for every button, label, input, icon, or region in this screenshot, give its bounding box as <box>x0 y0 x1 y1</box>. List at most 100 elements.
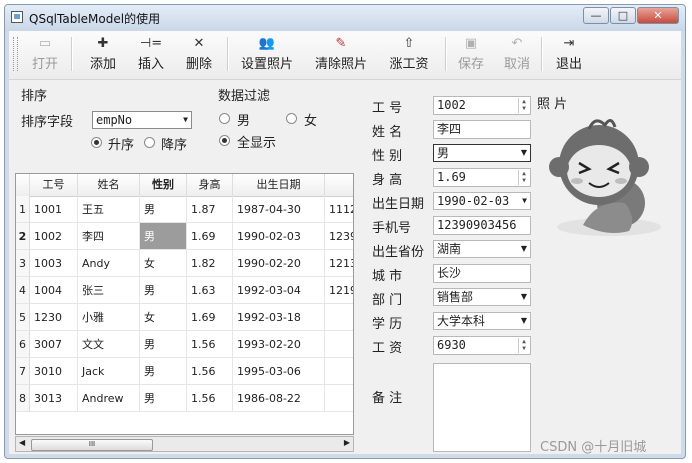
cell-name[interactable]: Andrew <box>78 385 140 412</box>
cell-height[interactable]: 1.56 <box>187 385 233 412</box>
corner-header[interactable] <box>16 174 30 196</box>
filter-all-radio[interactable] <box>219 135 230 146</box>
mobile-field[interactable]: 12390903456 <box>433 216 531 235</box>
table-row[interactable]: 4 1004 张三 男 1.63 1992-03-04 1219 <box>16 277 353 304</box>
cell-gender[interactable]: 男 <box>140 331 187 358</box>
cell-gender[interactable]: 女 <box>140 250 187 277</box>
raise-salary-button[interactable]: ⇧ 涨工资 <box>385 35 433 75</box>
row-header[interactable]: 8 <box>16 385 30 412</box>
name-field[interactable]: 李四 <box>433 120 531 139</box>
scroll-right-icon[interactable]: ▶ <box>344 438 350 447</box>
cell-mobile[interactable] <box>325 358 353 385</box>
delete-button[interactable]: ✕ 删除 <box>181 35 217 75</box>
row-header[interactable]: 4 <box>16 277 30 304</box>
table-row[interactable]: 8 3013 Andrew 男 1.56 1986-08-22 <box>16 385 353 412</box>
cell-name[interactable]: 小雅 <box>78 304 140 331</box>
cell-name[interactable]: Jack <box>78 358 140 385</box>
cell-mobile[interactable] <box>325 385 353 412</box>
cell-empno[interactable]: 1003 <box>30 250 78 277</box>
city-field[interactable]: 长沙 <box>433 264 531 283</box>
column-header-gender[interactable]: 性别 <box>140 174 187 196</box>
cell-birthday[interactable]: 1992-03-04 <box>233 277 325 304</box>
table-horizontal-scrollbar[interactable]: ◀ III ▶ <box>15 436 354 452</box>
cell-empno[interactable]: 1002 <box>30 223 78 250</box>
column-header-mobile[interactable] <box>325 174 353 196</box>
cell-height[interactable]: 1.82 <box>187 250 233 277</box>
cell-birthday[interactable]: 1990-02-20 <box>233 250 325 277</box>
row-header[interactable]: 1 <box>16 196 30 223</box>
memo-textarea[interactable] <box>433 363 531 452</box>
cell-birthday[interactable]: 1992-03-18 <box>233 304 325 331</box>
column-header-height[interactable]: 身高 <box>187 174 233 196</box>
cell-empno[interactable]: 3007 <box>30 331 78 358</box>
cell-birthday[interactable]: 1995-03-06 <box>233 358 325 385</box>
cell-empno[interactable]: 3013 <box>30 385 78 412</box>
row-header[interactable]: 7 <box>16 358 30 385</box>
cell-gender[interactable]: 男 <box>140 385 187 412</box>
minimize-button[interactable]: — <box>583 7 609 24</box>
cell-mobile[interactable]: 1112 <box>325 196 353 223</box>
cell-empno[interactable]: 1001 <box>30 196 78 223</box>
cell-height[interactable]: 1.69 <box>187 223 233 250</box>
spin-updown-icon[interactable]: ▲ ▼ <box>518 170 529 185</box>
table-row[interactable]: 6 3007 文文 男 1.56 1993-02-20 <box>16 331 353 358</box>
close-button[interactable]: ✕ <box>637 7 679 24</box>
cell-gender-selected[interactable]: 男 <box>140 223 187 250</box>
scrollbar-thumb[interactable]: III <box>31 439 153 451</box>
cell-height[interactable]: 1.56 <box>187 358 233 385</box>
table-row[interactable]: 1 1001 王五 男 1.87 1987-04-30 1112 <box>16 196 353 223</box>
cell-name[interactable]: 王五 <box>78 196 140 223</box>
table-row[interactable]: 3 1003 Andy 女 1.82 1990-02-20 1213 <box>16 250 353 277</box>
cell-gender[interactable]: 男 <box>140 196 187 223</box>
scroll-left-icon[interactable]: ◀ <box>19 438 25 447</box>
cell-mobile[interactable] <box>325 331 353 358</box>
cell-height[interactable]: 1.69 <box>187 304 233 331</box>
cell-name[interactable]: 李四 <box>78 223 140 250</box>
table-row[interactable]: 7 3010 Jack 男 1.56 1995-03-06 <box>16 358 353 385</box>
province-select[interactable]: 湖南 ▼ <box>433 240 531 258</box>
cell-height[interactable]: 1.63 <box>187 277 233 304</box>
cell-name[interactable]: Andy <box>78 250 140 277</box>
insert-button[interactable]: ⊣= 插入 <box>133 35 169 75</box>
maximize-button[interactable]: □ <box>610 7 636 24</box>
column-header-name[interactable]: 姓名 <box>78 174 140 196</box>
filter-male-radio[interactable] <box>219 113 230 124</box>
cell-birthday[interactable]: 1986-08-22 <box>233 385 325 412</box>
spin-updown-icon[interactable]: ▲ ▼ <box>518 98 529 113</box>
table-row[interactable]: 2 1002 李四 男 1.69 1990-02-03 1239 <box>16 223 353 250</box>
employee-table[interactable]: 工号 姓名 性别 身高 出生日期 1 1001 王五 男 1.87 1987-0… <box>15 173 354 435</box>
cell-height[interactable]: 1.56 <box>187 331 233 358</box>
cell-mobile[interactable] <box>325 304 353 331</box>
cell-empno[interactable]: 1004 <box>30 277 78 304</box>
cell-birthday[interactable]: 1990-02-03 <box>233 223 325 250</box>
sort-desc-radio[interactable] <box>144 137 155 148</box>
cell-name[interactable]: 张三 <box>78 277 140 304</box>
sort-field-select[interactable]: empNo ▼ <box>92 111 192 129</box>
cancel-button[interactable]: ↶ 取消 <box>499 35 535 75</box>
add-button[interactable]: ✚ 添加 <box>85 35 121 75</box>
cell-birthday[interactable]: 1993-02-20 <box>233 331 325 358</box>
row-header[interactable]: 5 <box>16 304 30 331</box>
birthday-date-edit[interactable]: 1990-02-03 ▼ <box>433 192 531 210</box>
cell-gender[interactable]: 男 <box>140 277 187 304</box>
column-header-birthday[interactable]: 出生日期 <box>233 174 325 196</box>
salary-spinbox[interactable]: 6930 ▲ ▼ <box>433 336 531 355</box>
row-header[interactable]: 6 <box>16 331 30 358</box>
toolbar-grip[interactable] <box>13 37 18 71</box>
education-select[interactable]: 大学本科 ▼ <box>433 312 531 330</box>
sort-asc-radio[interactable] <box>91 137 102 148</box>
set-photo-button[interactable]: 👥 设置照片 <box>237 35 297 75</box>
clear-photo-button[interactable]: ✎ 清除照片 <box>311 35 371 75</box>
cell-gender[interactable]: 男 <box>140 358 187 385</box>
cell-birthday[interactable]: 1987-04-30 <box>233 196 325 223</box>
row-header[interactable]: 2 <box>16 223 30 250</box>
cell-name[interactable]: 文文 <box>78 331 140 358</box>
department-select[interactable]: 销售部 ▼ <box>433 288 531 306</box>
spin-updown-icon[interactable]: ▲ ▼ <box>518 338 529 353</box>
row-header[interactable]: 3 <box>16 250 30 277</box>
column-header-empno[interactable]: 工号 <box>30 174 78 196</box>
cell-mobile[interactable]: 1213 <box>325 250 353 277</box>
cell-mobile[interactable]: 1219 <box>325 277 353 304</box>
table-row[interactable]: 5 1230 小雅 女 1.69 1992-03-18 <box>16 304 353 331</box>
filter-female-radio[interactable] <box>286 113 297 124</box>
